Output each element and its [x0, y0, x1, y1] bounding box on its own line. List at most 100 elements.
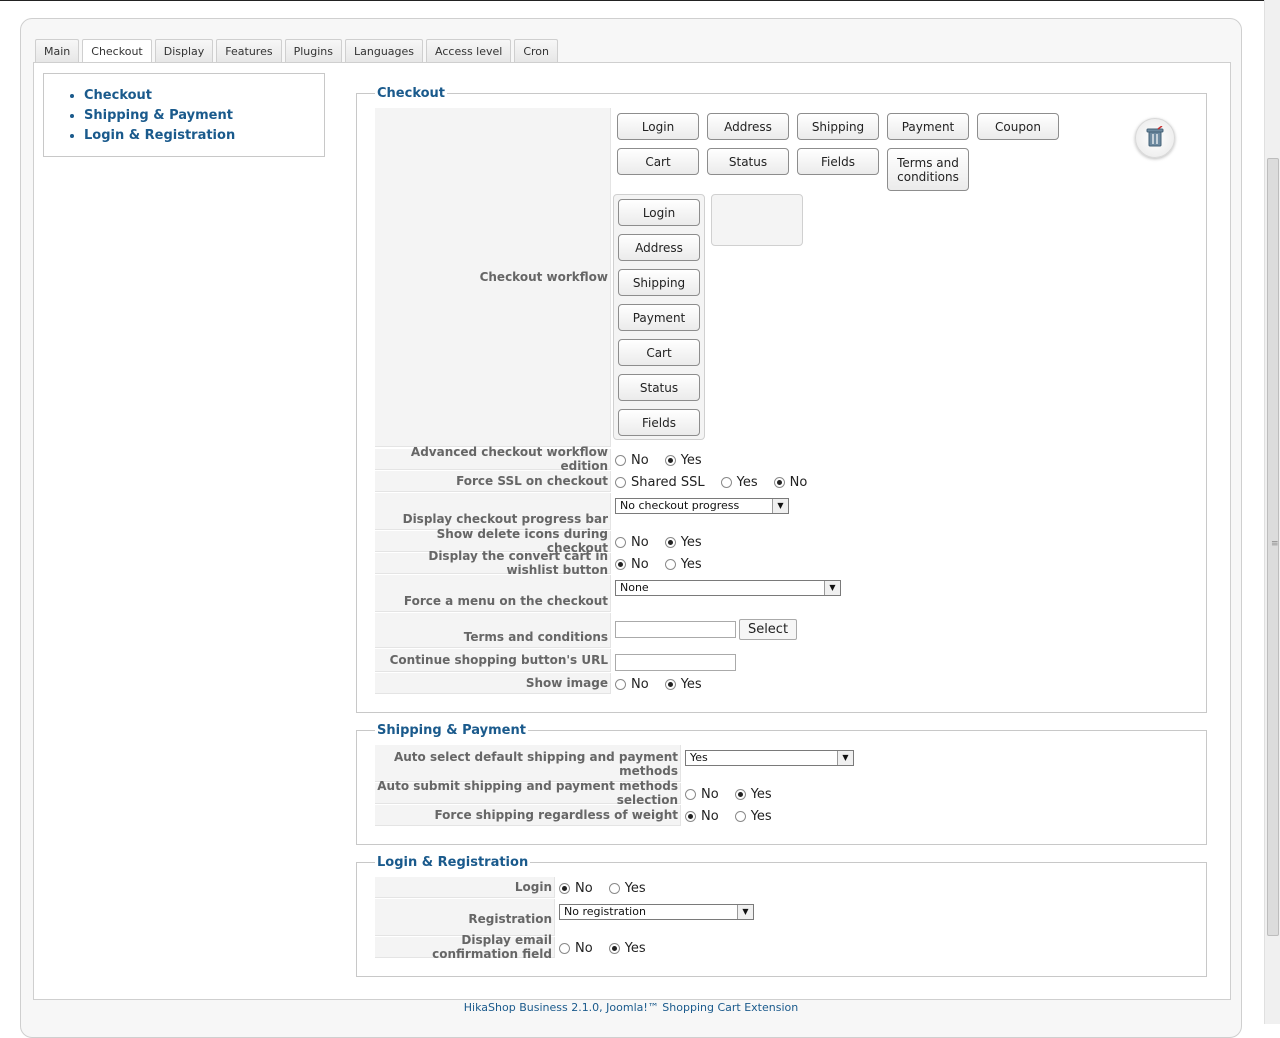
available-shipping-button[interactable]: Shipping — [797, 113, 879, 140]
force-shipping-no-label: No — [701, 809, 719, 824]
scrollbar-thumb[interactable]: ≡ — [1267, 158, 1279, 936]
tab-bar: Main Checkout Display Features Plugins L… — [35, 39, 561, 64]
ssl-yes-radio[interactable] — [720, 477, 732, 488]
workflow-step-cart[interactable]: Cart — [618, 339, 700, 366]
available-cart-button[interactable]: Cart — [617, 148, 699, 175]
delete-icons-yes-radio[interactable] — [664, 537, 676, 548]
top-border — [0, 0, 1264, 1]
delete-icons-no-label: No — [631, 535, 649, 550]
login-no-label: No — [575, 881, 593, 896]
force-ssl-radios: Shared SSL Yes No — [615, 474, 823, 491]
tab-cron[interactable]: Cron — [514, 39, 559, 63]
registration-select[interactable]: No registration ▼ — [559, 904, 754, 920]
registration-label: Registration — [375, 899, 555, 936]
tab-features[interactable]: Features — [216, 39, 282, 63]
delete-icons-radios: No Yes — [615, 534, 718, 551]
email-confirm-yes-radio[interactable] — [608, 943, 620, 954]
continue-url-label: Continue shopping button's URL — [375, 649, 611, 672]
available-status-button[interactable]: Status — [707, 148, 789, 175]
shipping-legend: Shipping & Payment — [377, 723, 526, 738]
nav-item-checkout[interactable]: Checkout — [84, 86, 324, 106]
convert-cart-no-label: No — [631, 557, 649, 572]
nav-link-shipping-payment[interactable]: Shipping & Payment — [84, 108, 233, 123]
available-payment-button[interactable]: Payment — [887, 113, 969, 140]
registration-value: No registration — [564, 905, 646, 918]
progress-bar-value: No checkout progress — [620, 499, 740, 512]
workflow-step-payment[interactable]: Payment — [618, 304, 700, 331]
convert-cart-radios: No Yes — [615, 556, 718, 573]
chevron-down-icon: ▼ — [824, 581, 840, 595]
autosubmit-no-radio[interactable] — [685, 789, 696, 800]
workflow-step-address[interactable]: Address — [618, 234, 700, 261]
chevron-down-icon: ▼ — [772, 499, 788, 513]
convert-cart-no-radio[interactable] — [615, 559, 626, 570]
force-shipping-no-radio[interactable] — [685, 811, 696, 822]
progress-bar-label: Display checkout progress bar — [375, 493, 611, 530]
advanced-workflow-yes-label: Yes — [680, 453, 702, 468]
continue-url-input[interactable] — [615, 654, 736, 671]
tab-display[interactable]: Display — [154, 39, 214, 63]
show-image-radios: No Yes — [615, 676, 718, 693]
progress-bar-select[interactable]: No checkout progress ▼ — [615, 498, 789, 514]
force-shipping-label: Force shipping regardless of weight — [375, 805, 681, 826]
workflow-trash[interactable] — [1135, 118, 1175, 158]
tab-plugins[interactable]: Plugins — [284, 39, 342, 63]
force-menu-value: None — [620, 581, 649, 594]
advanced-workflow-yes-radio[interactable] — [664, 455, 676, 466]
tab-languages[interactable]: Languages — [345, 39, 424, 63]
tab-checkout[interactable]: Checkout — [82, 39, 152, 64]
workflow-step-shipping[interactable]: Shipping — [618, 269, 700, 296]
email-confirm-radios: No Yes — [559, 940, 662, 957]
nav-link-login-registration[interactable]: Login & Registration — [84, 128, 235, 143]
ssl-yes-label: Yes — [736, 475, 758, 490]
convert-cart-yes-label: Yes — [680, 557, 702, 572]
chevron-down-icon: ▼ — [737, 905, 753, 919]
autoselect-select[interactable]: Yes ▼ — [685, 750, 854, 766]
login-yes-radio[interactable] — [608, 883, 620, 894]
chevron-down-icon: ▼ — [837, 751, 853, 765]
advanced-workflow-radios: No Yes — [615, 452, 718, 469]
workflow-step-status[interactable]: Status — [618, 374, 700, 401]
force-shipping-yes-label: Yes — [750, 809, 772, 824]
workflow-step-fields[interactable]: Fields — [618, 409, 700, 436]
login-yes-label: Yes — [624, 881, 646, 896]
vertical-scrollbar[interactable]: ≡ — [1264, 0, 1280, 1024]
autoselect-label: Auto select default shipping and payment… — [375, 745, 681, 782]
email-confirm-no-label: No — [575, 941, 593, 956]
available-terms-button[interactable]: Terms and conditions — [887, 148, 969, 191]
email-confirm-no-radio[interactable] — [559, 943, 570, 954]
show-image-yes-radio[interactable] — [664, 679, 676, 690]
terms-input[interactable] — [615, 621, 736, 638]
ssl-no-radio[interactable] — [773, 477, 785, 488]
tab-access-level[interactable]: Access level — [426, 39, 512, 63]
force-menu-select[interactable]: None ▼ — [615, 580, 841, 596]
available-fields-button[interactable]: Fields — [797, 148, 879, 175]
nav-link-checkout[interactable]: Checkout — [84, 88, 152, 103]
force-shipping-radios: No Yes — [685, 808, 788, 825]
ssl-shared-radio[interactable] — [615, 477, 626, 488]
force-menu-label: Force a menu on the checkout — [375, 575, 611, 612]
advanced-workflow-no-radio[interactable] — [615, 455, 626, 466]
login-no-radio[interactable] — [559, 883, 570, 894]
force-shipping-yes-radio[interactable] — [734, 811, 746, 822]
advanced-workflow-label: Advanced checkout workflow edition — [375, 445, 611, 473]
available-coupon-button[interactable]: Coupon — [977, 113, 1059, 140]
available-address-button[interactable]: Address — [707, 113, 789, 140]
tab-main[interactable]: Main — [35, 39, 80, 63]
available-login-button[interactable]: Login — [617, 113, 699, 140]
nav-item-login-registration[interactable]: Login & Registration — [84, 126, 324, 146]
ssl-shared-label: Shared SSL — [631, 475, 705, 490]
workflow-new-step-dropzone[interactable] — [711, 194, 803, 246]
convert-cart-yes-radio[interactable] — [664, 559, 676, 570]
terms-select-button[interactable]: Select — [739, 619, 797, 640]
footer-credit[interactable]: HikaShop Business 2.1.0, Joomla!™ Shoppi… — [20, 1001, 1242, 1014]
login-radios: No Yes — [559, 880, 662, 897]
delete-icons-no-radio[interactable] — [615, 537, 626, 548]
autosubmit-no-label: No — [701, 787, 719, 802]
autosubmit-yes-radio[interactable] — [734, 789, 746, 800]
nav-item-shipping-payment[interactable]: Shipping & Payment — [84, 106, 324, 126]
show-image-label: Show image — [375, 673, 611, 694]
show-image-no-radio[interactable] — [615, 679, 626, 690]
show-image-yes-label: Yes — [680, 677, 702, 692]
workflow-step-login[interactable]: Login — [618, 199, 700, 226]
